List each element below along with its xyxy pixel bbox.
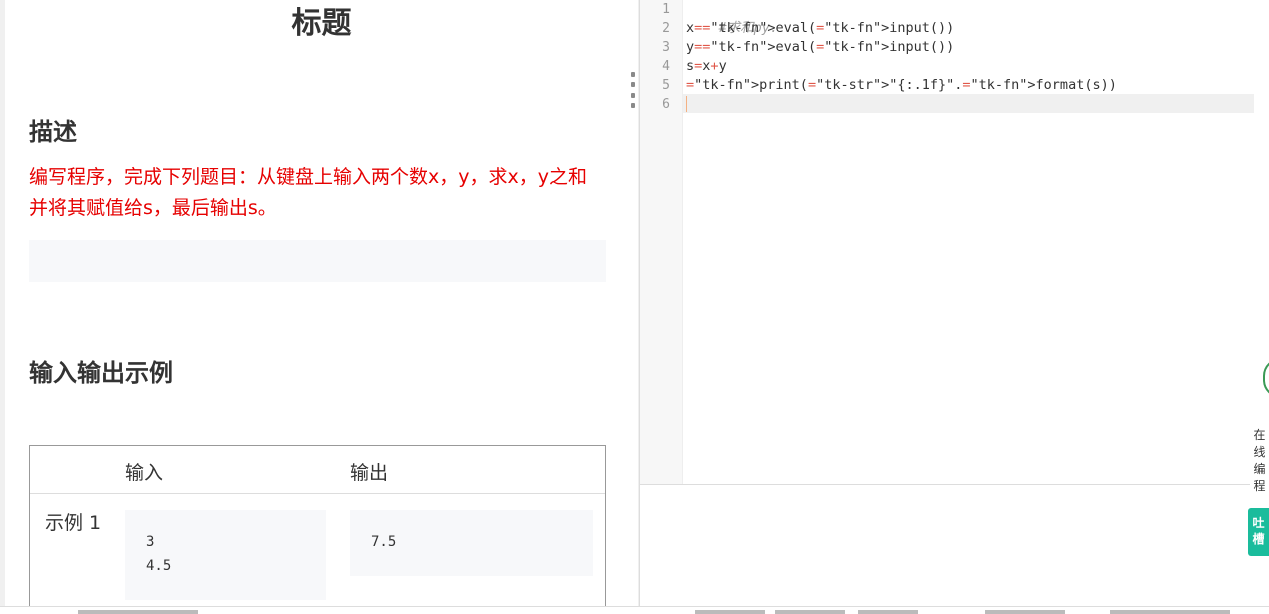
text-cursor xyxy=(686,96,687,112)
example-output: 7.5 xyxy=(350,510,593,576)
io-example-table: 输入 输出 示例 1 3 4.5 7.5 xyxy=(29,445,606,606)
line-number: 2 xyxy=(662,21,670,36)
feedback-label: 吐槽 xyxy=(1252,516,1265,546)
code-text: s=x+y xyxy=(686,58,727,74)
output-column-header: 输出 xyxy=(350,462,389,484)
code-editor[interactable]: 1 2 3 4 5 6 #求和py. x=="tk-fn">eval(="tk-… xyxy=(639,0,1255,484)
resize-handle[interactable] xyxy=(631,72,635,108)
output-console[interactable] xyxy=(639,484,1255,607)
description-extra-block xyxy=(29,240,606,282)
input-column-header: 输入 xyxy=(125,462,164,484)
problem-panel: 标题 描述 编写程序，完成下列题目：从键盘上输入两个数x，y，求x，y之和并将其… xyxy=(5,0,638,606)
line-number: 5 xyxy=(662,78,670,93)
code-text: y=="tk-fn">eval(="tk-fn">input()) xyxy=(686,39,955,55)
line-number: 6 xyxy=(662,97,670,112)
code-line-2[interactable]: x=="tk-fn">eval(="tk-fn">input()) xyxy=(686,19,954,38)
example-input: 3 4.5 xyxy=(125,510,326,600)
code-line-3[interactable]: y=="tk-fn">eval(="tk-fn">input()) xyxy=(686,38,954,57)
example-label: 示例 1 xyxy=(45,512,102,534)
code-line-5[interactable]: ="tk-fn">print(="tk-str">"{:.1f}".="tk-f… xyxy=(686,76,1117,95)
line-number: 3 xyxy=(662,40,670,55)
io-heading: 输入输出示例 xyxy=(29,359,173,387)
line-number: 4 xyxy=(662,59,670,74)
code-text: x=="tk-fn">eval(="tk-fn">input()) xyxy=(686,20,955,36)
description-heading: 描述 xyxy=(29,118,77,146)
line-number-gutter: 1 2 3 4 5 6 xyxy=(640,0,683,484)
io-table-header: 输入 输出 xyxy=(30,446,605,494)
code-line-4[interactable]: s=x+y xyxy=(686,57,727,76)
online-coding-label: 在线编程 xyxy=(1253,428,1266,493)
example-output-line: 7.5 xyxy=(371,534,397,550)
active-line-highlight xyxy=(683,94,1255,113)
online-coding-tab[interactable]: 在线编程 xyxy=(1250,422,1269,500)
example-input-line: 4.5 xyxy=(146,558,172,574)
line-number: 1 xyxy=(662,2,670,17)
description-text: 编写程序，完成下列题目：从键盘上输入两个数x，y，求x，y之和并将其赋值给s，最… xyxy=(29,166,587,219)
feedback-tab[interactable]: 吐槽 xyxy=(1248,508,1269,556)
code-text: ="tk-fn">print(="tk-str">"{:.1f}".="tk-f… xyxy=(686,77,1117,93)
page-title: 标题 xyxy=(291,6,352,41)
example-input-line: 3 xyxy=(146,534,155,550)
